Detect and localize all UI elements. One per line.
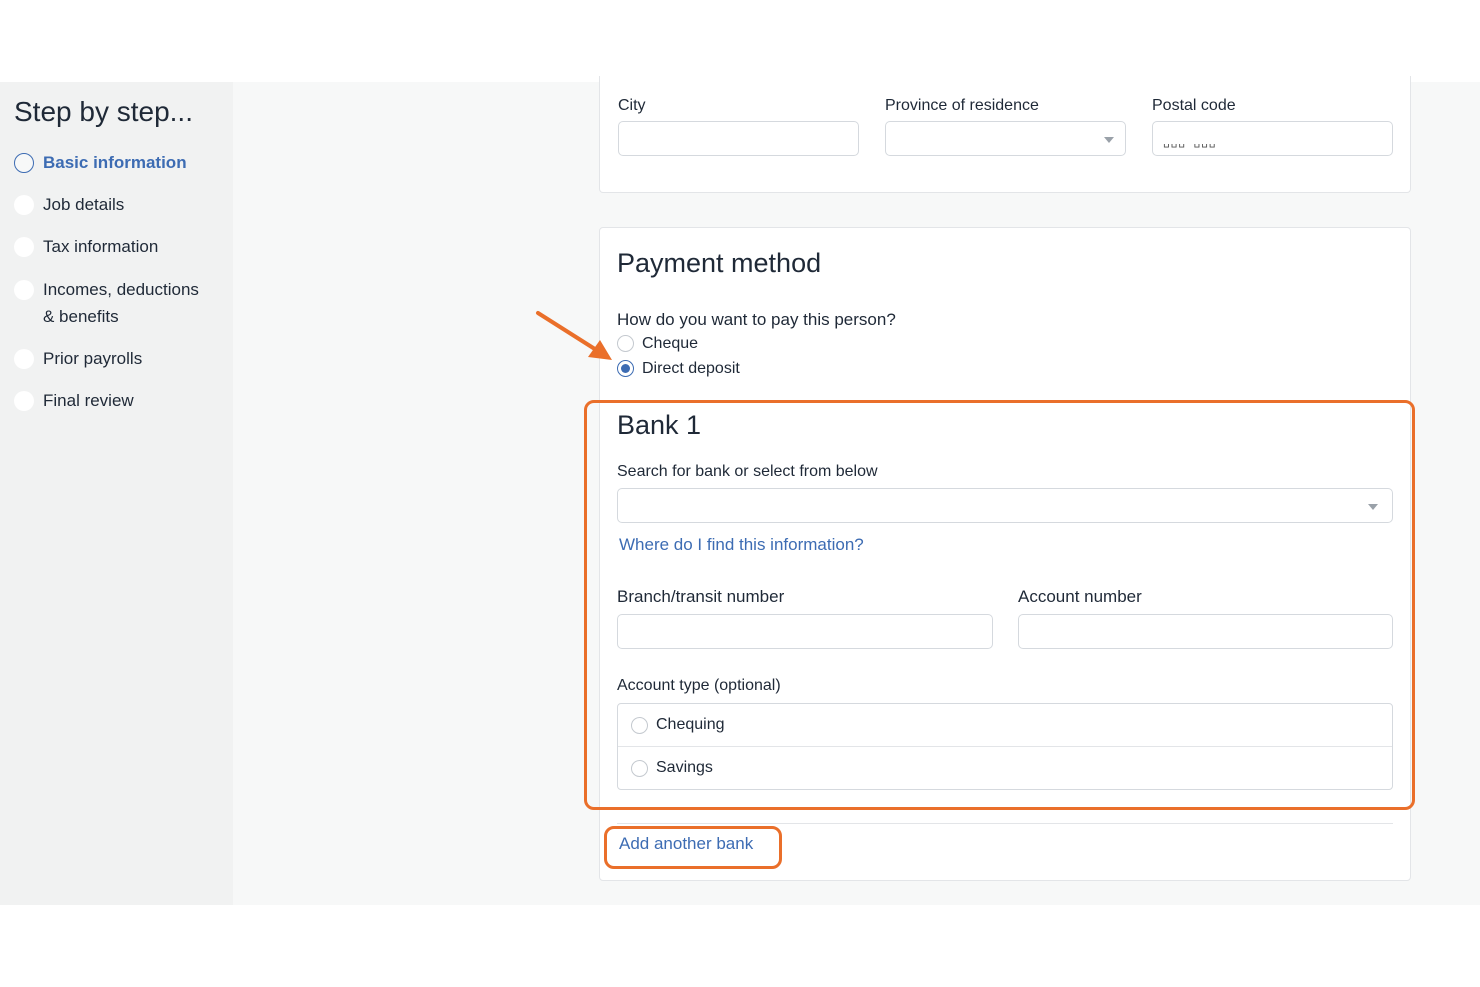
postal-code-placeholder: ␣␣␣ ␣␣␣ [1163, 135, 1217, 148]
step-job-details[interactable]: Job details [14, 195, 124, 218]
step-circle-icon [14, 153, 34, 173]
radio-cheque-label[interactable]: Cheque [642, 335, 698, 353]
payment-question: How do you want to pay this person? [617, 310, 896, 329]
add-bank-highlight [604, 826, 782, 869]
step-prior-payrolls[interactable]: Prior payrolls [14, 349, 142, 372]
step-label-line1: Incomes, deductions [43, 280, 199, 299]
step-label: Job details [43, 195, 125, 214]
sidebar: Step by step... Basic information Job de… [0, 82, 233, 905]
bottom-margin [0, 905, 1480, 987]
app-window: Step by step... Basic information Job de… [0, 76, 1480, 905]
step-label: Final review [43, 391, 134, 410]
step-tax-information[interactable]: Tax information [14, 237, 158, 260]
section-divider [617, 823, 1393, 824]
top-margin [0, 0, 1480, 82]
step-circle-icon [14, 349, 34, 369]
radio-direct-deposit-label[interactable]: Direct deposit [642, 360, 740, 378]
city-label: City [618, 97, 646, 114]
province-select[interactable] [885, 121, 1126, 156]
step-label: Incomes, deductions & benefits [43, 276, 199, 330]
step-label: Prior payrolls [43, 349, 143, 368]
payment-method-title: Payment method [617, 248, 822, 278]
step-label: Basic information [43, 153, 187, 172]
postal-code-label: Postal code [1152, 97, 1236, 114]
step-circle-icon [14, 237, 34, 257]
step-circle-icon [14, 391, 34, 411]
address-card: City Province of residence Postal code ␣… [599, 76, 1411, 193]
sidebar-title: Step by step... [14, 96, 193, 127]
step-incomes-deductions-benefits[interactable]: Incomes, deductions & benefits [14, 280, 199, 330]
chevron-down-icon [1104, 137, 1114, 143]
annotation-arrow-icon [536, 311, 612, 360]
step-basic-information[interactable]: Basic information [14, 153, 187, 176]
step-circle-icon [14, 195, 34, 215]
postal-code-input[interactable]: ␣␣␣ ␣␣␣ [1152, 121, 1393, 156]
bank-section-highlight [584, 400, 1415, 810]
city-input[interactable] [618, 121, 859, 156]
province-label: Province of residence [885, 97, 1039, 114]
step-circle-icon [14, 280, 34, 300]
step-label-line2: & benefits [43, 307, 119, 326]
step-label: Tax information [43, 237, 159, 256]
step-final-review[interactable]: Final review [14, 391, 134, 414]
